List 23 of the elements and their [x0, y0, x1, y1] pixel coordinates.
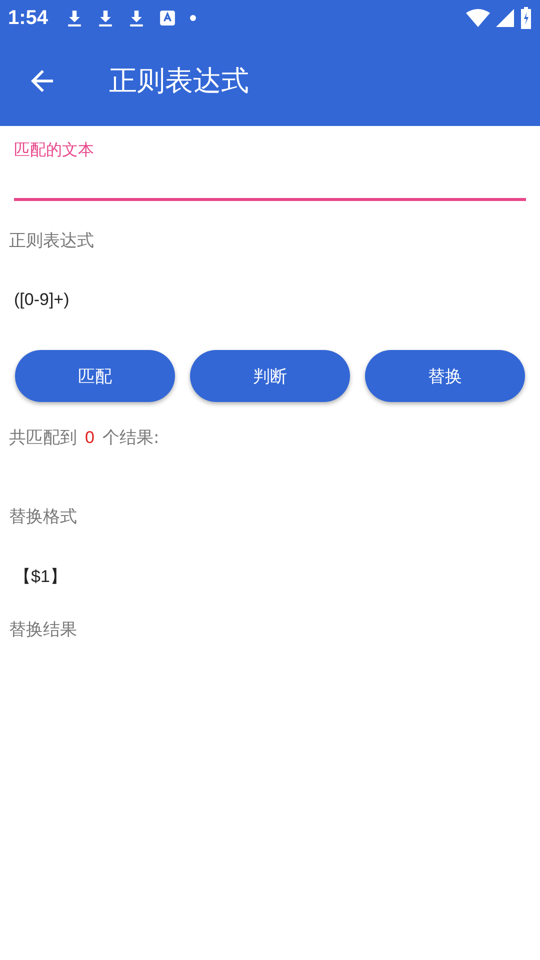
result-count: 0 [85, 428, 94, 448]
field-label: 替换格式 [9, 506, 77, 528]
download-icon [97, 9, 114, 27]
action-button[interactable]: 判断 [190, 350, 350, 402]
dot-icon [190, 15, 196, 21]
download-icon [66, 9, 84, 27]
field-label: 替换结果 [9, 619, 77, 641]
input-field[interactable]: 匹配的文本 [14, 140, 526, 201]
status-time: 1:54 [8, 6, 48, 30]
input-field[interactable]: 【$1】 [14, 562, 214, 590]
signal-icon [496, 9, 514, 27]
wifi-icon [466, 9, 490, 27]
field-label: 正则表达式 [9, 230, 94, 252]
input-field[interactable]: ([0-9]+) [14, 286, 214, 314]
battery-icon [520, 7, 532, 29]
translate-icon [159, 9, 176, 27]
action-button[interactable]: 匹配 [15, 350, 175, 402]
download-icon [128, 9, 146, 27]
result-text: 个结果: [102, 427, 160, 449]
result-text: 共匹配到 [9, 427, 77, 449]
back-arrow-icon[interactable] [31, 70, 53, 92]
action-button[interactable]: 替换 [365, 350, 525, 402]
screen-title: 正则表达式 [109, 63, 249, 99]
